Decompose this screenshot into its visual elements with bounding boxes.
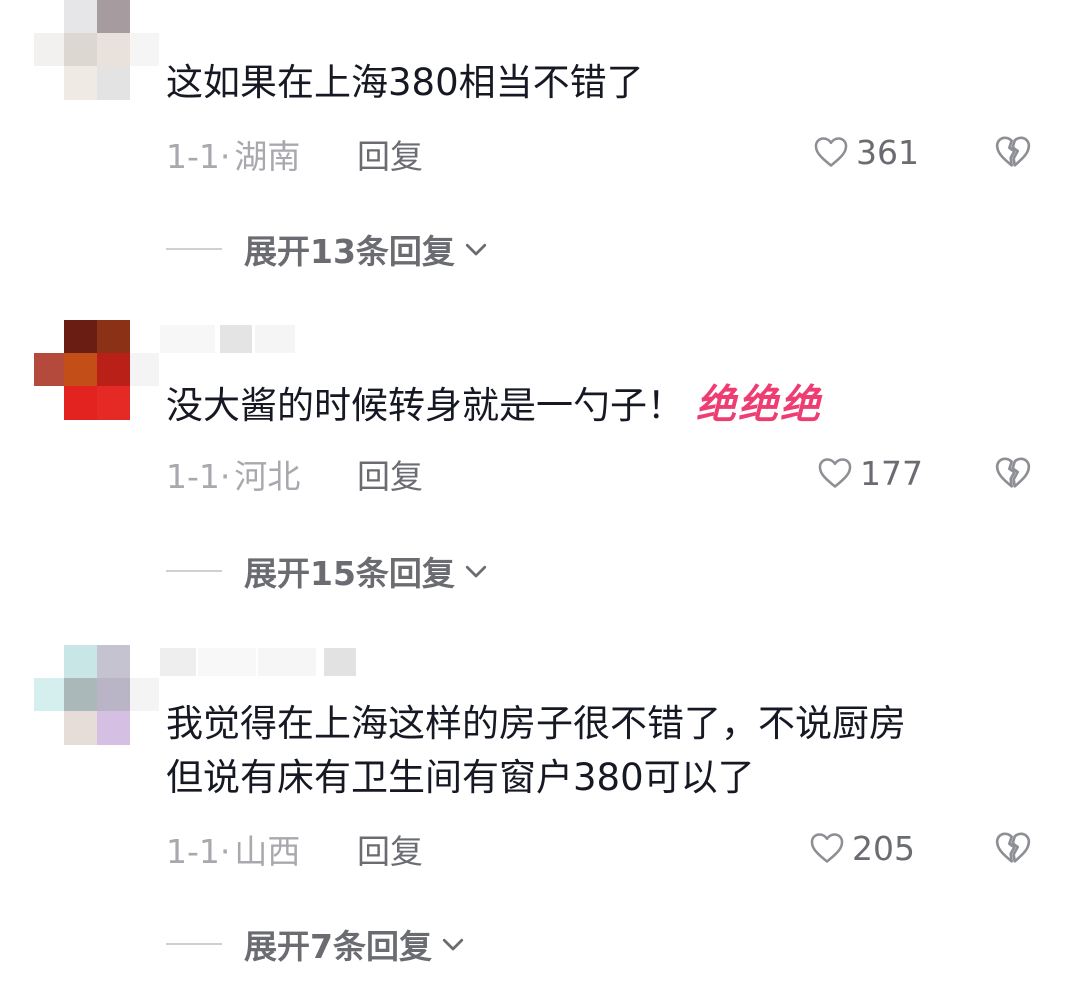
avatar[interactable] (34, 645, 159, 745)
expand-replies-label: 展开7条回复 (244, 927, 432, 966)
comment-meta: 1-1· 山西 (166, 825, 300, 873)
divider-line (166, 248, 222, 250)
comment-region: 湖南 (234, 137, 301, 176)
broken-heart-icon (995, 136, 1031, 167)
comment-text: 我觉得在上海这样的房子很不错了，不说厨房 (166, 702, 906, 745)
heart-outline-icon (810, 833, 844, 863)
comment-date: 1-1· (166, 832, 231, 871)
broken-heart-icon (995, 832, 1031, 863)
username-mosaic[interactable] (160, 648, 356, 676)
expand-replies-button[interactable]: 展开13条回复 (166, 229, 491, 271)
username-mosaic[interactable] (160, 325, 295, 353)
expand-replies-button[interactable]: 展开7条回复 (166, 924, 468, 966)
comment-text-line2: 但说有床有卫生间有窗户380可以了 (166, 756, 755, 799)
comment-text: 没大酱的时候转身就是一勺子！ 绝绝绝 (166, 378, 1046, 433)
dislike-button[interactable] (993, 828, 1033, 868)
like-button[interactable]: 177 (816, 453, 923, 493)
reply-button[interactable]: 回复 (357, 825, 423, 873)
avatar[interactable] (34, 0, 159, 100)
divider-line (166, 943, 222, 945)
dislike-button[interactable] (993, 132, 1033, 172)
comment-text-body: 没大酱的时候转身就是一勺子！ (166, 384, 684, 427)
like-button[interactable]: 205 (808, 828, 915, 868)
comment-text: 这如果在上海380相当不错了 (166, 61, 644, 104)
like-count: 205 (852, 828, 915, 868)
comment-date: 1-1· (166, 137, 231, 176)
sticker-text: 绝绝绝 (696, 382, 822, 428)
comment-date: 1-1· (166, 457, 231, 496)
comment-meta: 1-1· 湖南 (166, 130, 300, 178)
comment-region: 河北 (234, 457, 301, 496)
like-count: 177 (860, 453, 923, 493)
chevron-down-icon (465, 243, 487, 256)
chevron-down-icon (442, 938, 464, 951)
reply-button[interactable]: 回复 (357, 450, 423, 498)
chevron-down-icon (465, 565, 487, 578)
comment-region: 山西 (234, 832, 301, 871)
comment-item-3: 我觉得在上海这样的房子很不错了，不说厨房 但说有床有卫生间有窗户380可以了 1… (0, 630, 1080, 987)
expand-replies-label: 展开13条回复 (244, 232, 455, 271)
expand-replies-button[interactable]: 展开15条回复 (166, 551, 491, 593)
dislike-button[interactable] (993, 453, 1033, 493)
comment-item-2: 没大酱的时候转身就是一勺子！ 绝绝绝 1-1· 河北 回复 177 展开15条回复 (0, 300, 1080, 630)
heart-outline-icon (818, 458, 852, 488)
like-count: 361 (856, 132, 919, 172)
reply-button[interactable]: 回复 (357, 130, 423, 178)
broken-heart-icon (995, 457, 1031, 488)
expand-replies-label: 展开15条回复 (244, 554, 455, 593)
divider-line (166, 570, 222, 572)
like-button[interactable]: 361 (812, 132, 919, 172)
comment-meta: 1-1· 河北 (166, 450, 300, 498)
comment-item-1: 这如果在上海380相当不错了 1-1· 湖南 回复 361 展开13条回复 (0, 0, 1080, 300)
avatar[interactable] (34, 320, 159, 420)
heart-outline-icon (814, 137, 848, 167)
